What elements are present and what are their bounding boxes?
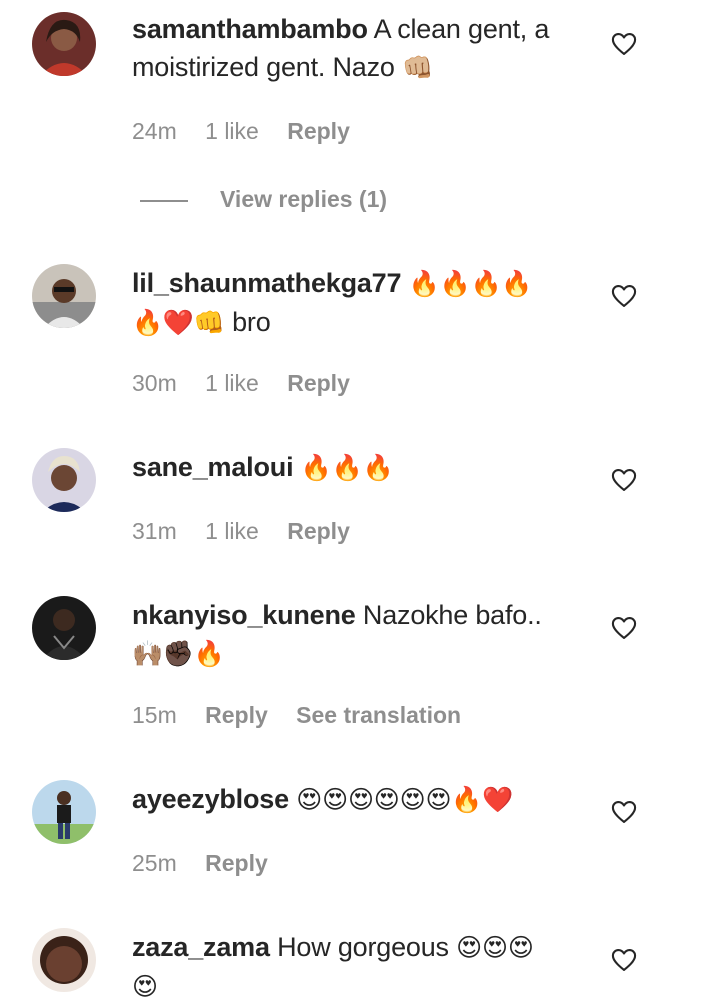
comment-text: nkanyiso_kunene Nazokhe bafo.. 🙌🏽✊🏿🔥 <box>132 596 582 673</box>
comment-time: 31m <box>132 518 177 544</box>
avatar[interactable] <box>32 596 96 660</box>
avatar[interactable] <box>32 780 96 844</box>
comment-meta: 25m Reply <box>132 850 290 877</box>
heart-outline-icon[interactable] <box>610 30 638 58</box>
comment-emoji: 😍😍😍 <box>456 933 534 962</box>
comment-time: 25m <box>132 850 177 876</box>
heart-outline-icon[interactable] <box>610 798 638 826</box>
comment-username[interactable]: lil_shaunmathekga77 <box>132 268 402 298</box>
heart-outline-icon[interactable] <box>610 614 638 642</box>
comment-text: samanthambambo A clean gent, a moistiriz… <box>132 10 582 87</box>
comment-likes[interactable]: 1 like <box>205 118 259 144</box>
comment-emoji: 👊🏼 <box>402 53 433 82</box>
comment-emoji: 🔥🔥🔥🔥 <box>408 269 533 298</box>
reply-button[interactable]: Reply <box>205 702 268 728</box>
see-translation-button[interactable]: See translation <box>296 702 461 728</box>
comment-body: bro <box>232 307 271 337</box>
comment-body: Nazokhe bafo.. <box>362 600 542 630</box>
comment-emoji: 🔥🔥🔥 <box>300 453 394 482</box>
comment-likes[interactable]: 1 like <box>205 518 259 544</box>
heart-outline-icon[interactable] <box>610 946 638 974</box>
comment-emoji: 😍😍😍😍😍😍🔥❤️ <box>296 785 514 814</box>
view-replies-label: View replies (1) <box>220 186 388 212</box>
avatar[interactable] <box>32 12 96 76</box>
comment-time: 24m <box>132 118 177 144</box>
comment-username[interactable]: nkanyiso_kunene <box>132 600 356 630</box>
view-replies-divider <box>140 200 188 202</box>
comment-emoji: 🙌🏽✊🏿🔥 <box>132 639 225 668</box>
comment-username[interactable]: sane_maloui <box>132 452 294 482</box>
avatar[interactable] <box>32 928 96 992</box>
comment-meta: 24m 1 like Reply <box>132 118 372 145</box>
heart-outline-icon[interactable] <box>610 466 638 494</box>
comment-text: sane_maloui 🔥🔥🔥 <box>132 448 582 487</box>
comment-text: zaza_zama How gorgeous 😍😍😍 😍 <box>132 928 582 1006</box>
comment-meta: 30m 1 like Reply <box>132 370 372 397</box>
comment-text: ayeezyblose 😍😍😍😍😍😍🔥❤️ <box>132 780 582 819</box>
comment-meta: 15m Reply See translation <box>132 702 483 729</box>
comment-emoji: 😍 <box>132 972 158 1001</box>
avatar[interactable] <box>32 448 96 512</box>
reply-button[interactable]: Reply <box>205 850 268 876</box>
comment-time: 15m <box>132 702 177 728</box>
comment-emoji: 🔥❤️👊 <box>132 308 225 337</box>
comment-username[interactable]: ayeezyblose <box>132 784 289 814</box>
comment-text: lil_shaunmathekga77 🔥🔥🔥🔥 🔥❤️👊 bro <box>132 264 582 342</box>
comment-body: How gorgeous <box>277 932 449 962</box>
reply-button[interactable]: Reply <box>287 118 350 144</box>
comment-username[interactable]: zaza_zama <box>132 932 270 962</box>
comment-meta: 31m 1 like Reply <box>132 518 372 545</box>
reply-button[interactable]: Reply <box>287 370 350 396</box>
avatar[interactable] <box>32 264 96 328</box>
comment-likes[interactable]: 1 like <box>205 370 259 396</box>
comment-username[interactable]: samanthambambo <box>132 14 368 44</box>
reply-button[interactable]: Reply <box>287 518 350 544</box>
heart-outline-icon[interactable] <box>610 282 638 310</box>
comment-time: 30m <box>132 370 177 396</box>
